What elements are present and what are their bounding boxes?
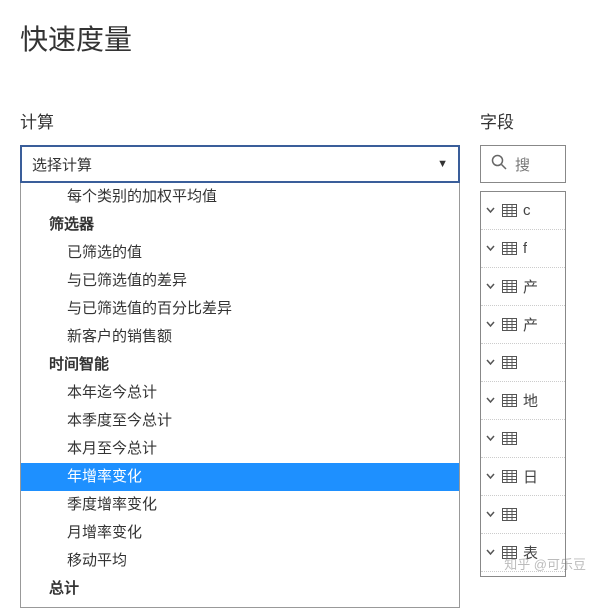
fields-panel[interactable]: cf产产地日表 — [480, 191, 566, 577]
dialog-title: 快速度量 — [0, 0, 596, 58]
table-icon — [502, 508, 517, 521]
field-row[interactable]: c — [481, 192, 565, 230]
chevron-down-icon — [485, 468, 496, 486]
watermark: 知乎 @可乐豆 — [504, 554, 586, 573]
chevron-down-icon — [485, 506, 496, 524]
field-label: 产 — [523, 276, 538, 297]
dropdown-item[interactable]: 本月至今总计 — [21, 435, 459, 463]
calc-section-label: 计算 — [20, 108, 470, 133]
dropdown-item[interactable]: 本季度至今总计 — [21, 407, 459, 435]
field-row[interactable]: f — [481, 230, 565, 268]
chevron-down-icon — [485, 278, 496, 296]
chevron-down-icon — [485, 392, 496, 410]
dropdown-item[interactable]: 与已筛选值的差异 — [21, 267, 459, 295]
calc-dropdown-selected: 选择计算 — [32, 154, 92, 175]
dropdown-item[interactable]: 与已筛选值的百分比差异 — [21, 295, 459, 323]
dropdown-group: 筛选器 — [21, 211, 459, 239]
chevron-down-icon — [485, 544, 496, 562]
dropdown-item[interactable]: 年增率变化 — [21, 463, 459, 491]
field-label: 产 — [523, 314, 538, 335]
table-icon — [502, 318, 517, 331]
dropdown-item[interactable]: 新客户的销售额 — [21, 323, 459, 351]
table-icon — [502, 356, 517, 369]
field-row[interactable] — [481, 420, 565, 458]
dropdown-item[interactable]: 汇总 — [21, 603, 459, 608]
field-row[interactable] — [481, 344, 565, 382]
field-label: 地 — [523, 390, 538, 411]
table-icon — [502, 470, 517, 483]
dropdown-item[interactable]: 月增率变化 — [21, 519, 459, 547]
table-icon — [502, 394, 517, 407]
dropdown-item[interactable]: 已筛选的值 — [21, 239, 459, 267]
field-row[interactable]: 产 — [481, 268, 565, 306]
calc-dropdown-list[interactable]: 每个类别的加权平均值筛选器已筛选的值与已筛选值的差异与已筛选值的百分比差异新客户… — [20, 183, 460, 608]
dropdown-item[interactable]: 季度增率变化 — [21, 491, 459, 519]
calc-dropdown[interactable]: 选择计算 ▼ — [20, 145, 460, 183]
chevron-down-icon — [485, 354, 496, 372]
table-icon — [502, 432, 517, 445]
table-icon — [502, 204, 517, 217]
chevron-down-icon: ▼ — [437, 158, 448, 170]
field-row[interactable] — [481, 496, 565, 534]
dropdown-item[interactable]: 每个类别的加权平均值 — [21, 183, 459, 211]
table-icon — [502, 280, 517, 293]
search-placeholder: 搜 — [515, 154, 530, 175]
field-label: c — [523, 202, 531, 219]
fields-search-input[interactable]: 搜 — [480, 145, 566, 183]
field-row[interactable]: 产 — [481, 306, 565, 344]
table-icon — [502, 242, 517, 255]
field-label: 日 — [523, 466, 538, 487]
field-label: f — [523, 240, 527, 257]
dropdown-item[interactable]: 移动平均 — [21, 547, 459, 575]
dropdown-item[interactable]: 本年迄今总计 — [21, 379, 459, 407]
dropdown-group: 总计 — [21, 575, 459, 603]
dropdown-group: 时间智能 — [21, 351, 459, 379]
chevron-down-icon — [485, 316, 496, 334]
chevron-down-icon — [485, 240, 496, 258]
field-row[interactable]: 地 — [481, 382, 565, 420]
search-icon — [491, 154, 507, 175]
fields-section-label: 字段 — [480, 108, 566, 133]
field-row[interactable]: 日 — [481, 458, 565, 496]
chevron-down-icon — [485, 202, 496, 220]
chevron-down-icon — [485, 430, 496, 448]
